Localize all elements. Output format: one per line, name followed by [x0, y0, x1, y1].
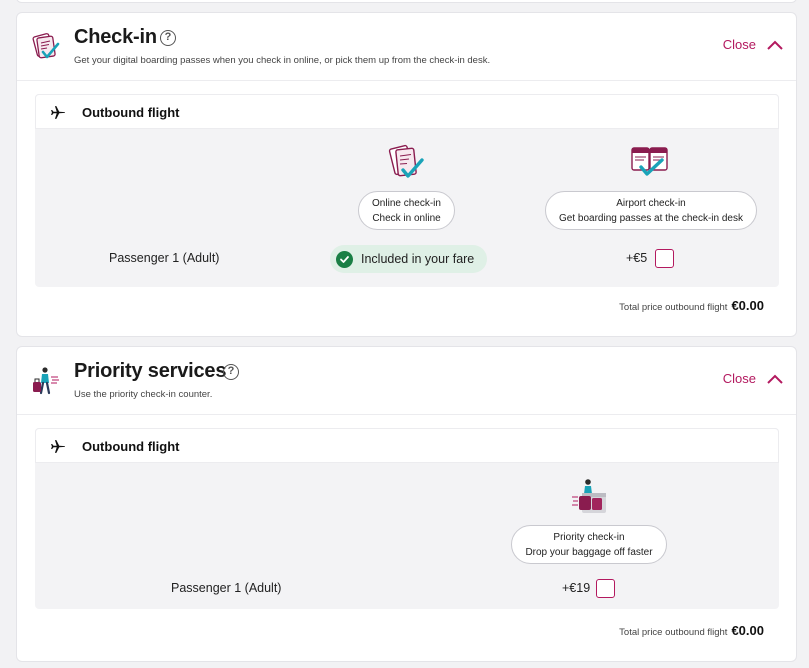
option-desc: Drop your baggage off faster — [525, 547, 653, 558]
checkin-subtitle: Get your digital boarding passes when yo… — [74, 55, 491, 66]
close-label: Close — [722, 37, 756, 52]
priority-checkin-icon — [572, 479, 606, 513]
chevron-up-icon — [767, 40, 783, 50]
help-icon[interactable]: ? — [160, 30, 176, 46]
help-icon[interactable]: ? — [223, 364, 239, 380]
plane-icon — [51, 440, 65, 453]
checkin-outbound-box: Outbound flight Online check-in Check in… — [35, 94, 779, 287]
option-title: Priority check-in — [553, 532, 625, 543]
airport-checkin-icon — [631, 147, 668, 176]
airport-price: +€5 — [626, 251, 648, 265]
close-label: Close — [722, 371, 756, 386]
priority-card: Priority services ? Use the priority che… — [16, 346, 797, 662]
online-checkin-icon — [388, 144, 424, 178]
checkin-card: Check-in ? Get your digital boarding pas… — [16, 12, 797, 337]
flight-header: Outbound flight — [35, 94, 779, 129]
chevron-up-icon — [767, 374, 783, 384]
flight-title: Outbound flight — [82, 105, 180, 120]
passenger-label: Passenger 1 (Adult) — [109, 251, 220, 265]
priority-subtitle: Use the priority check-in counter. — [74, 389, 213, 400]
checkin-pass-icon — [32, 33, 60, 59]
online-checkin-option[interactable]: Online check-in Check in online — [358, 191, 455, 230]
total-value: €0.00 — [731, 298, 764, 313]
plane-icon — [51, 106, 65, 119]
checkin-header: Check-in ? Get your digital boarding pas… — [17, 13, 796, 81]
checkin-close-button[interactable]: Close — [723, 37, 784, 52]
option-title: Airport check-in — [616, 198, 686, 209]
total-value: €0.00 — [731, 623, 764, 638]
included-label: Included in your fare — [361, 252, 475, 266]
airport-checkin-checkbox[interactable] — [655, 249, 674, 268]
airport-checkin-option[interactable]: Airport check-in Get boarding passes at … — [545, 191, 757, 230]
checkin-title: Check-in — [74, 26, 157, 48]
checkin-total: Total price outbound flight €0.00 — [619, 298, 764, 313]
priority-checkin-checkbox[interactable] — [596, 579, 615, 598]
priority-close-button[interactable]: Close — [723, 371, 784, 386]
priority-traveler-icon — [33, 367, 59, 395]
included-badge: Included in your fare — [330, 245, 488, 273]
priority-price: +€19 — [562, 581, 591, 595]
flight-title: Outbound flight — [82, 439, 180, 454]
priority-total: Total price outbound flight €0.00 — [619, 623, 764, 638]
flight-header: Outbound flight — [35, 428, 779, 463]
passenger-label: Passenger 1 (Adult) — [171, 581, 282, 595]
priority-header: Priority services ? Use the priority che… — [17, 347, 796, 415]
option-title: Online check-in — [372, 198, 441, 209]
checkmark-icon — [336, 250, 353, 268]
priority-outbound-box: Outbound flight Priority check-in Drop y… — [35, 428, 779, 609]
priority-checkin-option[interactable]: Priority check-in Drop your baggage off … — [511, 525, 667, 564]
option-desc: Get boarding passes at the check-in desk — [559, 213, 743, 224]
total-label: Total price outbound flight — [619, 627, 728, 638]
option-desc: Check in online — [372, 213, 441, 224]
priority-title: Priority services — [74, 360, 227, 382]
previous-card-edge — [16, 0, 797, 3]
total-label: Total price outbound flight — [619, 302, 728, 313]
